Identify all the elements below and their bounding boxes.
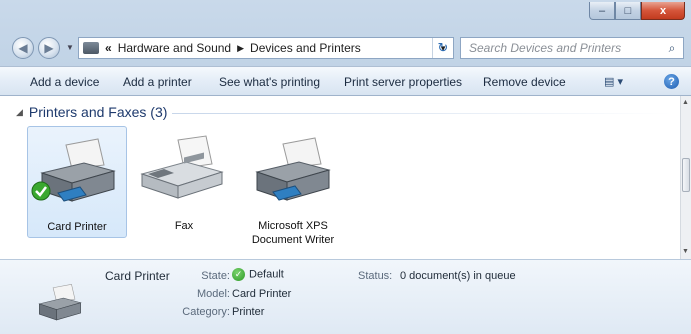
device-card-printer[interactable]: Card Printer xyxy=(27,126,127,238)
printer-icon xyxy=(40,138,116,202)
back-arrow-icon: ◀ xyxy=(18,41,28,55)
recent-pages-dropdown-icon[interactable]: ▼ xyxy=(66,43,74,52)
scroll-up-arrow-icon[interactable]: ▲ xyxy=(682,99,689,106)
address-row: ◀ ▶ ▼ « Hardware and Sound ▶ Devices and… xyxy=(0,30,691,66)
group-divider xyxy=(172,113,672,114)
add-printer-button[interactable]: Add a printer xyxy=(123,75,192,89)
refresh-button[interactable]: ↻ xyxy=(432,38,453,58)
print-server-properties-button[interactable]: Print server properties xyxy=(344,75,462,89)
close-button[interactable]: x xyxy=(641,2,685,20)
fax-icon xyxy=(140,135,224,199)
state-value-text: Default xyxy=(249,268,284,281)
forward-arrow-icon: ▶ xyxy=(44,41,54,55)
minimize-button[interactable]: – xyxy=(589,2,615,20)
collapse-arrow-icon[interactable]: ◢ xyxy=(16,107,23,118)
control-panel-icon xyxy=(83,42,99,54)
model-label: Model: xyxy=(196,288,230,300)
device-fax[interactable]: Fax xyxy=(134,126,234,238)
breadcrumb-overflow[interactable]: « xyxy=(105,41,112,55)
printer-icon xyxy=(255,137,331,201)
search-icon[interactable]: ⌕ xyxy=(661,41,683,56)
devices-and-printers-window: – □ x ◀ ▶ ▼ « Hardware and Sound ▶ Devic… xyxy=(0,0,691,334)
change-view-button[interactable]: ▤ ▾ xyxy=(604,75,623,88)
group-title: Printers and Faxes (3) xyxy=(28,104,168,120)
breadcrumb-item-hardware-and-sound[interactable]: Hardware and Sound xyxy=(118,41,231,55)
device-label: Card Printer xyxy=(47,221,107,233)
device-label: Fax xyxy=(174,220,194,232)
caption-buttons: – □ x xyxy=(589,2,685,20)
default-printer-check-icon xyxy=(31,181,51,201)
group-header-printers-and-faxes[interactable]: ◢ Printers and Faxes (3) xyxy=(16,104,167,120)
maximize-button[interactable]: □ xyxy=(615,2,641,20)
scroll-down-arrow-icon[interactable]: ▼ xyxy=(682,248,689,255)
device-list-pane: ◢ Printers and Faxes (3) Card Printer Fa… xyxy=(0,96,680,259)
model-value: Card Printer xyxy=(232,288,292,300)
category-label: Category: xyxy=(182,306,230,318)
search-box[interactable]: Search Devices and Printers ⌕ xyxy=(460,37,684,59)
vertical-scrollbar[interactable]: ▲ ▼ xyxy=(680,96,691,259)
refresh-icon: ↻ xyxy=(437,40,449,55)
add-device-button[interactable]: Add a device xyxy=(30,75,99,89)
address-bar[interactable]: « Hardware and Sound ▶ Devices and Print… xyxy=(78,37,454,59)
device-label-line-2: Document Writer xyxy=(251,234,335,246)
scroll-thumb[interactable] xyxy=(682,158,690,192)
selected-device-name: Card Printer xyxy=(105,269,170,283)
title-bar: – □ x xyxy=(0,0,691,30)
see-whats-printing-button[interactable]: See what's printing xyxy=(219,75,320,89)
command-bar: Add a device Add a printer See what's pr… xyxy=(0,66,691,96)
remove-device-button[interactable]: Remove device xyxy=(483,75,566,89)
category-value: Printer xyxy=(232,306,265,318)
forward-button[interactable]: ▶ xyxy=(38,37,60,59)
breadcrumb-separator-icon[interactable]: ▶ xyxy=(237,43,244,54)
default-check-icon: ✓ xyxy=(232,268,245,281)
search-input[interactable]: Search Devices and Printers xyxy=(461,41,661,55)
device-label-line-1: Microsoft XPS xyxy=(258,220,328,232)
details-pane: Card Printer State: ✓ Default Model: Card… xyxy=(0,259,691,334)
state-label: State: xyxy=(201,270,230,282)
help-icon[interactable]: ? xyxy=(664,74,679,89)
status-value: 0 document(s) in queue xyxy=(400,270,516,282)
status-label: Status: xyxy=(358,270,393,282)
state-value: ✓ Default xyxy=(232,268,284,281)
breadcrumb-item-devices-and-printers[interactable]: Devices and Printers xyxy=(250,41,361,55)
device-microsoft-xps-document-writer[interactable]: Microsoft XPS Document Writer xyxy=(243,126,343,250)
back-button[interactable]: ◀ xyxy=(12,37,34,59)
printer-icon xyxy=(38,283,82,321)
